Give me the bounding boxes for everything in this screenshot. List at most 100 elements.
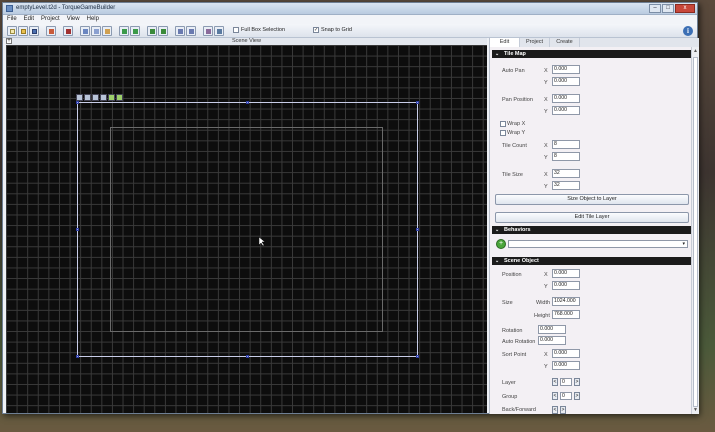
mount-object-icon[interactable] xyxy=(92,94,99,101)
tile-size-x-field[interactable]: 32 xyxy=(552,169,580,178)
position-x-field[interactable]: 0.000 xyxy=(552,269,580,278)
minimize-button[interactable]: – xyxy=(649,4,661,13)
tile-size-y-field[interactable]: 32 xyxy=(552,181,580,190)
rotation-field[interactable]: 0.000 xyxy=(538,325,566,334)
move-down-icon[interactable] xyxy=(186,26,196,36)
group-label: Group xyxy=(502,394,518,400)
sort-point-y-field[interactable]: 0.000 xyxy=(552,361,580,370)
group-increment-button[interactable]: > xyxy=(574,392,580,400)
snap-to-grid-toggle[interactable]: ✓ Snap to Grid xyxy=(313,27,352,33)
tile-size-label: Tile Size xyxy=(502,172,523,178)
properties-icon[interactable] xyxy=(203,26,213,36)
collapse-chevron-icon[interactable]: ⌄ xyxy=(495,257,499,265)
paste-icon[interactable] xyxy=(102,26,112,36)
layer-decrement-button[interactable]: < xyxy=(552,378,558,386)
tile-count-y-field[interactable]: 8 xyxy=(552,152,580,161)
close-button[interactable]: x xyxy=(675,4,695,13)
menu-view[interactable]: View xyxy=(67,15,80,24)
title-bar[interactable]: emptyLevel.t2d - TorqueGameBuilder – □ x xyxy=(3,3,697,15)
size-object-to-layer-button[interactable]: Size Object to Layer xyxy=(495,194,689,205)
add-behavior-icon[interactable]: + xyxy=(496,239,506,249)
scene-expand-button[interactable]: + xyxy=(6,38,12,44)
inspector-scrollbar[interactable]: ▲ ▼ xyxy=(691,47,699,414)
menu-file[interactable]: File xyxy=(7,15,17,24)
info-icon[interactable]: i xyxy=(683,26,693,36)
tile-count-x-field[interactable]: 8 xyxy=(552,140,580,149)
window-title: emptyLevel.t2d - TorqueGameBuilder xyxy=(16,5,116,11)
scroll-thumb[interactable] xyxy=(693,57,698,407)
resize-handle-tr[interactable] xyxy=(416,101,419,104)
behavior-select[interactable]: ▾ xyxy=(508,240,688,248)
copy-icon[interactable] xyxy=(91,26,101,36)
auto-pan-x-field[interactable]: 0.000 xyxy=(552,65,580,74)
tile-map-section-header[interactable]: ⌄ Tile Map xyxy=(492,50,691,58)
wrap-x-checkbox[interactable] xyxy=(500,121,506,127)
link-object-icon[interactable] xyxy=(84,94,91,101)
wrap-y-checkbox[interactable] xyxy=(500,130,506,136)
undo-icon[interactable] xyxy=(119,26,129,36)
resize-handle-br[interactable] xyxy=(416,355,419,358)
play-level-icon[interactable] xyxy=(63,26,73,36)
resize-handle-ml[interactable] xyxy=(76,228,79,231)
tab-project[interactable]: Project xyxy=(520,38,550,47)
auto-rotation-field[interactable]: 0.000 xyxy=(538,336,566,345)
sort-y-label: Y xyxy=(544,364,548,370)
scroll-down-icon[interactable]: ▼ xyxy=(693,407,698,413)
position-y-field[interactable]: 0.000 xyxy=(552,281,580,290)
layer-field[interactable]: 0 xyxy=(560,378,572,386)
wrap-x-toggle[interactable]: Wrap X xyxy=(500,121,525,127)
collapse-chevron-icon[interactable]: ⌄ xyxy=(495,226,499,234)
redo-icon[interactable] xyxy=(130,26,140,36)
folder-open-icon[interactable] xyxy=(158,26,168,36)
app-icon xyxy=(6,5,13,12)
zoom-object-icon[interactable] xyxy=(100,94,107,101)
edit-tile-layer-button[interactable]: Edit Tile Layer xyxy=(495,212,689,223)
folder-icon[interactable] xyxy=(147,26,157,36)
full-box-selection-checkbox[interactable] xyxy=(233,27,239,33)
maximize-button[interactable]: □ xyxy=(662,4,674,13)
pan-position-x-field[interactable]: 0.000 xyxy=(552,94,580,103)
open-folder-icon[interactable] xyxy=(18,26,28,36)
behaviors-section-header[interactable]: ⌄ Behaviors xyxy=(492,226,691,234)
resize-handle-bl[interactable] xyxy=(76,355,79,358)
send-back-button[interactable]: < xyxy=(552,406,558,414)
main-toolbar: Full Box Selection ✓ Snap to Grid i xyxy=(3,24,697,38)
scroll-up-icon[interactable]: ▲ xyxy=(693,48,698,54)
wrap-y-toggle[interactable]: Wrap Y xyxy=(500,130,525,136)
collapse-chevron-icon[interactable]: ⌄ xyxy=(495,50,499,58)
menu-help[interactable]: Help xyxy=(87,15,99,24)
edit-object-icon[interactable] xyxy=(76,94,83,101)
layers-icon[interactable] xyxy=(214,26,224,36)
image-icon[interactable] xyxy=(116,94,123,101)
pan-position-y-field[interactable]: 0.000 xyxy=(552,106,580,115)
bring-forward-button[interactable]: > xyxy=(560,406,566,414)
position-x-label: X xyxy=(544,272,548,278)
undo-history-icon[interactable] xyxy=(46,26,56,36)
sort-point-x-field[interactable]: 0.000 xyxy=(552,349,580,358)
resize-handle-tl[interactable] xyxy=(76,101,79,104)
layer-increment-button[interactable]: > xyxy=(574,378,580,386)
resize-handle-mr[interactable] xyxy=(416,228,419,231)
full-box-selection-toggle[interactable]: Full Box Selection xyxy=(233,27,285,33)
snap-to-grid-checkbox[interactable]: ✓ xyxy=(313,27,319,33)
scene-object-section-header[interactable]: ⌄ Scene Object xyxy=(492,257,691,265)
group-field[interactable]: 0 xyxy=(560,392,572,400)
auto-pan-y-field[interactable]: 0.000 xyxy=(552,77,580,86)
menu-edit[interactable]: Edit xyxy=(24,15,34,24)
cut-icon[interactable] xyxy=(80,26,90,36)
tab-edit[interactable]: Edit xyxy=(490,38,520,47)
edit-tile-icon[interactable] xyxy=(108,94,115,101)
width-field[interactable]: 1024.000 xyxy=(552,297,580,306)
resize-handle-bc[interactable] xyxy=(246,355,249,358)
new-file-icon[interactable] xyxy=(7,26,17,36)
snap-to-grid-label: Snap to Grid xyxy=(321,27,352,33)
move-up-icon[interactable] xyxy=(175,26,185,36)
group-decrement-button[interactable]: < xyxy=(552,392,558,400)
menu-project[interactable]: Project xyxy=(41,15,60,24)
scene-view-canvas[interactable] xyxy=(6,45,487,413)
full-box-selection-label: Full Box Selection xyxy=(241,27,286,33)
tab-create[interactable]: Create xyxy=(550,38,580,47)
save-icon[interactable] xyxy=(29,26,39,36)
height-field[interactable]: 768.000 xyxy=(552,310,580,319)
resize-handle-tc[interactable] xyxy=(246,101,249,104)
